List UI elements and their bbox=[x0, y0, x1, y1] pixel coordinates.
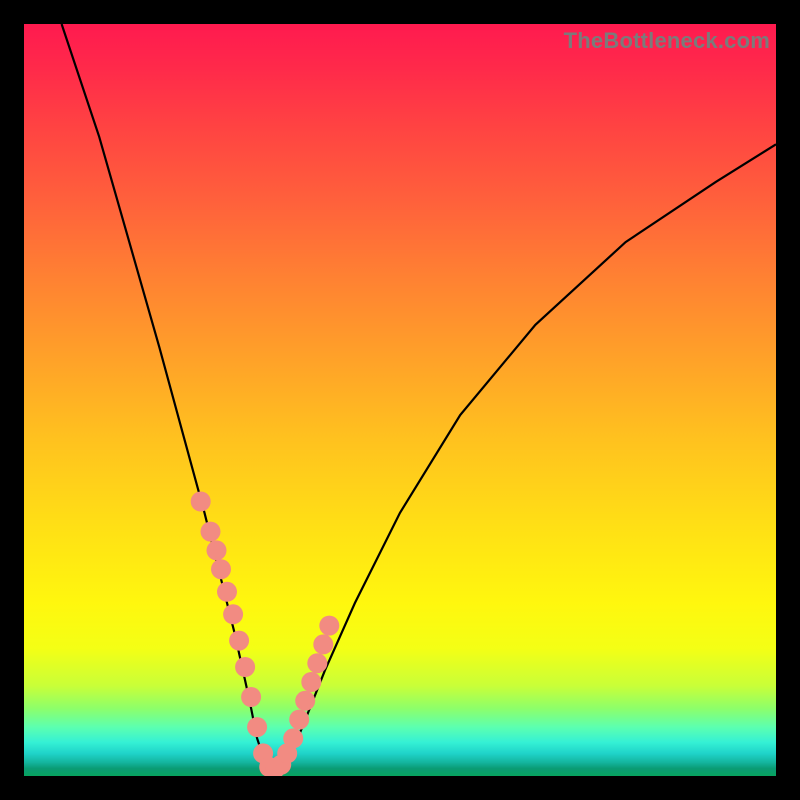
marker-dot bbox=[211, 559, 231, 579]
marker-dot bbox=[283, 728, 303, 748]
marker-dot bbox=[241, 687, 261, 707]
curve-layer bbox=[24, 24, 776, 776]
marker-dot bbox=[235, 657, 255, 677]
marker-dot bbox=[307, 653, 327, 673]
marker-dot bbox=[301, 672, 321, 692]
marker-dot bbox=[201, 522, 221, 542]
marker-dot bbox=[295, 691, 315, 711]
marker-dot bbox=[313, 634, 333, 654]
marker-dot bbox=[223, 604, 243, 624]
marker-dot bbox=[247, 717, 267, 737]
bottleneck-curve bbox=[62, 24, 776, 769]
marker-dot bbox=[217, 582, 237, 602]
watermark-text: TheBottleneck.com bbox=[564, 28, 770, 54]
chart-area: TheBottleneck.com bbox=[24, 24, 776, 776]
marker-dot bbox=[289, 710, 309, 730]
marker-group bbox=[191, 492, 340, 777]
marker-dot bbox=[319, 616, 339, 636]
marker-dot bbox=[207, 540, 227, 560]
marker-dot bbox=[191, 492, 211, 512]
marker-dot bbox=[229, 631, 249, 651]
